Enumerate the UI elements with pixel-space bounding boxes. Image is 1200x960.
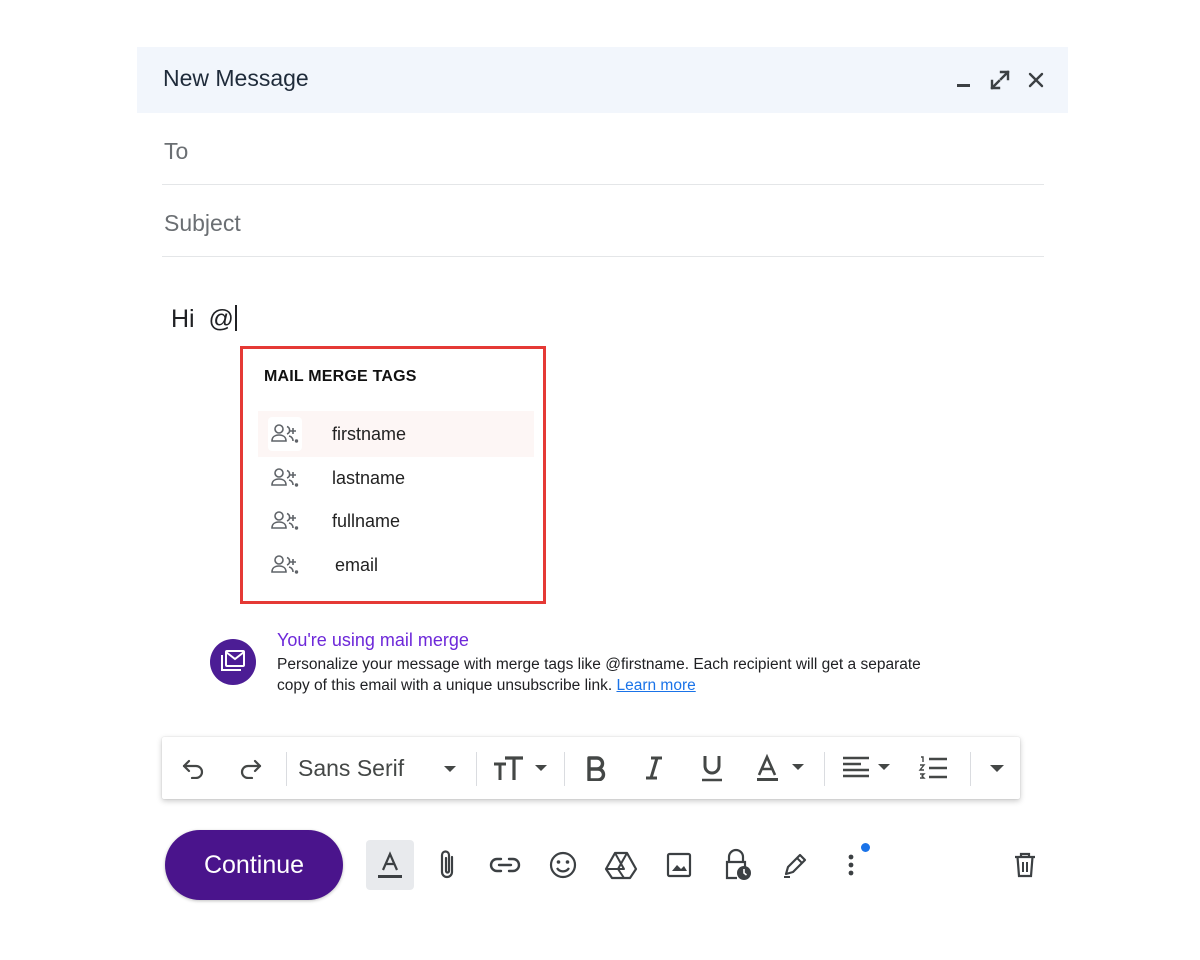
to-field[interactable] xyxy=(162,114,1044,185)
continue-button[interactable]: Continue xyxy=(165,830,343,900)
emoji-icon xyxy=(549,851,577,879)
tag-label: lastname xyxy=(332,467,406,488)
font-size-button[interactable] xyxy=(490,750,554,786)
discard-draft-button[interactable] xyxy=(1001,840,1049,890)
mail-merge-banner: You're using mail merge Personalize your… xyxy=(210,630,930,694)
photo-icon xyxy=(666,852,692,878)
learn-more-link[interactable]: Learn more xyxy=(616,677,695,694)
chevron-down-icon xyxy=(990,765,1004,772)
subject-field[interactable] xyxy=(162,186,1044,257)
confidential-mode-button[interactable] xyxy=(713,840,761,890)
compose-header: New Message xyxy=(137,47,1068,113)
pen-icon xyxy=(784,853,807,878)
tag-label: email xyxy=(335,554,379,575)
merge-tag-lastname[interactable]: lastname xyxy=(258,455,534,501)
mail-merge-tags-popup: MAIL MERGE TAGS firstname lastname fulln… xyxy=(240,346,546,604)
font-family-label: Sans Serif xyxy=(298,754,405,781)
toolbar-divider xyxy=(286,752,287,786)
to-input[interactable] xyxy=(162,134,1026,168)
insert-emoji-button[interactable] xyxy=(539,840,587,890)
italic-button[interactable] xyxy=(634,750,674,786)
banner-text: Personalize your message with merge tags… xyxy=(277,654,937,696)
trash-icon xyxy=(1015,852,1035,878)
formatting-toolbar: Sans Serif xyxy=(162,737,1020,799)
close-icon[interactable] xyxy=(1021,65,1051,95)
text-size-icon xyxy=(494,756,547,780)
text-cursor xyxy=(234,305,237,331)
toolbar-divider xyxy=(824,752,825,786)
person-add-icon xyxy=(268,461,302,495)
banner-description: Personalize your message with merge tags… xyxy=(277,656,921,694)
insert-photo-button[interactable] xyxy=(655,840,703,890)
compose-window: New Message Hi @ MAIL MERGE TAGS xyxy=(137,47,1068,927)
toolbar-divider xyxy=(476,752,477,786)
subject-input[interactable] xyxy=(162,206,1026,240)
attach-file-button[interactable] xyxy=(423,840,471,890)
person-add-icon xyxy=(268,548,302,582)
chevron-down-icon xyxy=(444,766,456,772)
more-vert-icon xyxy=(848,854,854,876)
popup-title: MAIL MERGE TAGS xyxy=(264,368,417,385)
message-body-text: Hi @ xyxy=(171,305,234,333)
numbered-list-icon xyxy=(918,756,947,779)
insert-drive-button[interactable] xyxy=(597,840,645,890)
merge-tag-fullname[interactable]: fullname xyxy=(258,498,534,544)
lock-clock-icon xyxy=(725,848,751,880)
underline-button[interactable] xyxy=(692,750,732,786)
font-family-select[interactable]: Sans Serif xyxy=(298,750,468,786)
notification-dot xyxy=(861,843,870,852)
person-add-icon xyxy=(268,504,302,538)
toolbar-divider xyxy=(970,752,971,786)
drive-icon xyxy=(604,851,638,880)
compose-title: New Message xyxy=(163,65,309,91)
text-color-button[interactable] xyxy=(752,750,812,786)
message-body[interactable]: Hi @ xyxy=(171,305,237,334)
person-add-icon xyxy=(268,417,302,451)
bold-icon xyxy=(587,756,606,781)
align-left-icon xyxy=(843,756,890,778)
underline-icon xyxy=(702,756,722,782)
tag-label: firstname xyxy=(332,423,407,444)
toolbar-divider xyxy=(564,752,565,786)
compose-bottom-bar: Continue xyxy=(137,830,1068,902)
format-text-icon xyxy=(378,851,402,878)
paperclip-icon xyxy=(440,850,454,879)
redo-icon[interactable] xyxy=(232,750,268,786)
merge-tag-firstname[interactable]: firstname xyxy=(258,411,534,457)
tag-label: fullname xyxy=(332,510,401,531)
banner-title: You're using mail merge xyxy=(277,630,469,650)
numbered-list-button[interactable] xyxy=(914,750,954,786)
expand-icon[interactable] xyxy=(985,65,1015,95)
undo-icon[interactable] xyxy=(176,750,212,786)
mail-merge-icon xyxy=(210,639,256,685)
insert-signature-button[interactable] xyxy=(771,840,819,890)
insert-link-button[interactable] xyxy=(481,840,529,890)
text-color-icon xyxy=(757,753,804,781)
bold-button[interactable] xyxy=(576,750,616,786)
merge-tag-email[interactable]: email xyxy=(258,542,534,588)
align-button[interactable] xyxy=(838,750,902,786)
link-icon xyxy=(489,857,521,873)
formatting-options-button[interactable] xyxy=(366,840,414,890)
italic-icon xyxy=(646,756,662,780)
minimize-icon[interactable] xyxy=(949,65,979,95)
more-formatting-button[interactable] xyxy=(980,750,1014,786)
